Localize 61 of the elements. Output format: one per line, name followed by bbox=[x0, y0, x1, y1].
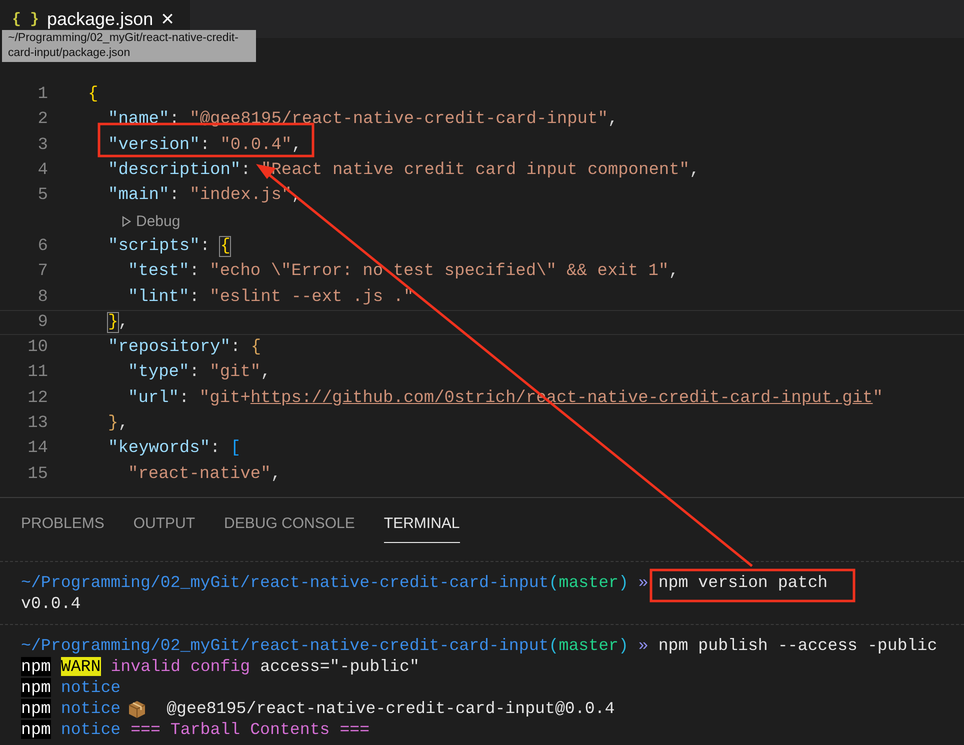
terminal-text: npm bbox=[21, 678, 51, 697]
line-number: 7 bbox=[36, 262, 48, 282]
terminal-text: npm bbox=[21, 699, 51, 718]
code-text: "react-native", bbox=[128, 464, 282, 484]
code-text: "type": "git", bbox=[128, 363, 271, 382]
code-text: "repository": { bbox=[108, 338, 262, 358]
terminal-text: npm bbox=[21, 720, 51, 739]
terminal-text: master bbox=[558, 573, 618, 592]
close-button[interactable]: × bbox=[161, 8, 174, 30]
line-number: 5 bbox=[36, 186, 48, 206]
json-icon: { } bbox=[12, 10, 40, 28]
terminal-text: ( bbox=[548, 573, 559, 592]
terminal-text: ) bbox=[618, 636, 628, 655]
terminal-text: » bbox=[637, 636, 650, 655]
terminal-text: notice bbox=[60, 678, 121, 697]
terminal-text: npm version patch bbox=[658, 573, 828, 592]
terminal-text: npm bbox=[21, 657, 51, 676]
line-number: 6 bbox=[36, 236, 48, 256]
code-text: "test": "echo \"Error: no test specified\" && exit 1", bbox=[128, 262, 679, 282]
terminal-text: @gee8195/react-native-credit-card-input@0.0.4 bbox=[166, 699, 615, 718]
line-number: 11 bbox=[26, 363, 48, 382]
line-number: 3 bbox=[36, 136, 48, 155]
code-text: "version": "0.0.4", bbox=[108, 136, 302, 155]
line-number: 10 bbox=[26, 338, 48, 358]
line-number: 15 bbox=[26, 464, 48, 484]
terminal-text: v0.0.4 bbox=[21, 594, 81, 613]
terminal-text: ) bbox=[618, 573, 628, 592]
package-icon bbox=[126, 700, 147, 718]
terminal-text: » bbox=[637, 573, 650, 592]
code-text: "keywords": [ bbox=[108, 439, 241, 458]
terminal-text: ( bbox=[548, 636, 559, 655]
terminal-text: ~/Programming/02_myGit/react-native-credit-card-input bbox=[21, 636, 549, 655]
terminal-text: master bbox=[558, 636, 618, 655]
code-text: }, bbox=[108, 414, 128, 433]
line-number: 12 bbox=[26, 388, 48, 408]
panel-tab[interactable]: DEBUG CONSOLE bbox=[224, 515, 355, 543]
line-number: 1 bbox=[36, 85, 48, 104]
tooltip: ~/Programming/02_myGit/react-native-credit-card-input/package.json bbox=[2, 30, 256, 62]
line-number: 2 bbox=[36, 110, 48, 130]
play-icon bbox=[122, 216, 131, 227]
terminal-text: npm publish --access -public bbox=[658, 636, 938, 655]
code-text: { bbox=[88, 85, 98, 104]
line-number: 13 bbox=[26, 414, 48, 433]
terminal-text: access="-public" bbox=[259, 657, 420, 676]
line-number: 14 bbox=[26, 439, 48, 458]
debug-link[interactable]: Debug bbox=[136, 212, 180, 230]
terminal-text: WARN bbox=[60, 657, 101, 676]
code-text: "scripts": { bbox=[108, 236, 230, 256]
code-text: }, bbox=[108, 312, 128, 332]
terminal-text: notice bbox=[60, 699, 121, 718]
code-text: "name": "@gee8195/react-native-credit-card-input", bbox=[108, 110, 618, 130]
panel-tab[interactable]: TERMINAL bbox=[384, 515, 460, 543]
line-number: 4 bbox=[36, 161, 48, 180]
terminal-text: ~/Programming/02_myGit/react-native-credit-card-input bbox=[21, 573, 549, 592]
panel-tab[interactable]: OUTPUT bbox=[133, 515, 196, 543]
panel-tab[interactable]: PROBLEMS bbox=[21, 515, 104, 543]
line-number: 8 bbox=[36, 288, 48, 307]
terminal-text: invalid config bbox=[110, 657, 250, 676]
terminal-text: === Tarball Contents === bbox=[130, 720, 370, 739]
line-number: 9 bbox=[36, 312, 48, 332]
terminal-text: notice bbox=[60, 720, 121, 739]
